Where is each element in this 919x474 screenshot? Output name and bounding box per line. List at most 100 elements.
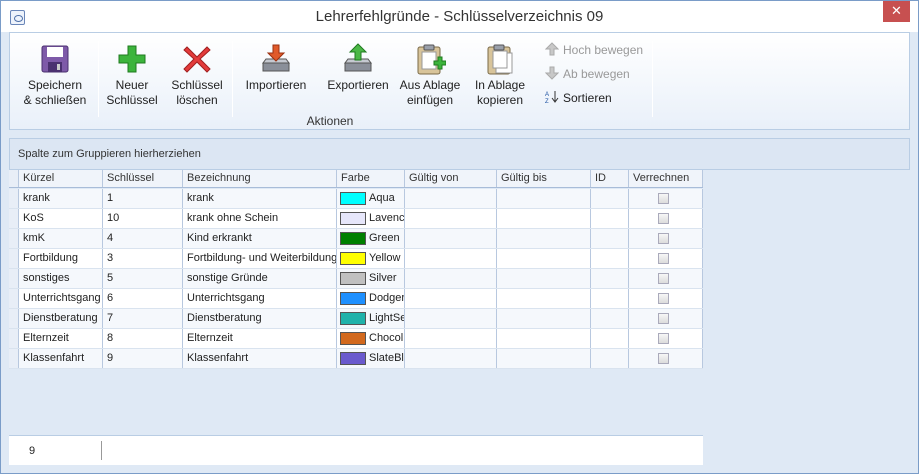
cell-bezeichnung[interactable]: sonstige Gründe	[183, 269, 337, 288]
column-header-kuerzel[interactable]: Kürzel	[19, 170, 103, 187]
table-row[interactable]: krank 1 krank Aqua	[9, 189, 703, 209]
paste-from-clipboard-button[interactable]: Aus Ablage einfügen	[396, 43, 464, 108]
table-row[interactable]: Unterrichtsgang 6 Unterrichtsgang Dodger	[9, 289, 703, 309]
cell-farbe[interactable]: Yellow	[337, 249, 405, 268]
table-row[interactable]: Klassenfahrt 9 Klassenfahrt SlateBl	[9, 349, 703, 369]
row-selector[interactable]	[9, 289, 19, 308]
cell-kuerzel[interactable]: krank	[19, 189, 103, 208]
cell-kuerzel[interactable]: Unterrichtsgang	[19, 289, 103, 308]
cell-gueltig-von[interactable]	[405, 229, 497, 248]
cell-schluessel[interactable]: 5	[103, 269, 183, 288]
table-row[interactable]: Dienstberatung 7 Dienstberatung LightSe	[9, 309, 703, 329]
cell-schluessel[interactable]: 4	[103, 229, 183, 248]
row-selector[interactable]	[9, 329, 19, 348]
verrechnen-checkbox[interactable]	[658, 293, 669, 304]
cell-kuerzel[interactable]: KoS	[19, 209, 103, 228]
cell-bezeichnung[interactable]: krank	[183, 189, 337, 208]
verrechnen-checkbox[interactable]	[658, 333, 669, 344]
move-up-button[interactable]: Hoch bewegen	[544, 42, 643, 58]
cell-gueltig-bis[interactable]	[497, 349, 591, 368]
cell-gueltig-von[interactable]	[405, 289, 497, 308]
cell-kuerzel[interactable]: Dienstberatung	[19, 309, 103, 328]
cell-schluessel[interactable]: 9	[103, 349, 183, 368]
row-selector[interactable]	[9, 309, 19, 328]
cell-farbe[interactable]: LightSe	[337, 309, 405, 328]
cell-bezeichnung[interactable]: Klassenfahrt	[183, 349, 337, 368]
import-button[interactable]: Importieren	[240, 43, 312, 93]
cell-gueltig-bis[interactable]	[497, 249, 591, 268]
table-row[interactable]: kmK 4 Kind erkrankt Green	[9, 229, 703, 249]
copy-to-clipboard-button[interactable]: In Ablage kopieren	[468, 43, 532, 108]
cell-bezeichnung[interactable]: krank ohne Schein	[183, 209, 337, 228]
verrechnen-checkbox[interactable]	[658, 313, 669, 324]
cell-id[interactable]	[591, 329, 629, 348]
cell-id[interactable]	[591, 289, 629, 308]
new-key-button[interactable]: Neuer Schlüssel	[102, 43, 162, 108]
column-header-verrechnen[interactable]: Verrechnen	[629, 170, 703, 187]
cell-farbe[interactable]: Silver	[337, 269, 405, 288]
cell-farbe[interactable]: Dodger	[337, 289, 405, 308]
cell-gueltig-von[interactable]	[405, 249, 497, 268]
table-row[interactable]: Fortbildung 3 Fortbildung- und Weiterbildu…	[9, 249, 703, 269]
verrechnen-checkbox[interactable]	[658, 353, 669, 364]
cell-id[interactable]	[591, 309, 629, 328]
cell-gueltig-bis[interactable]	[497, 329, 591, 348]
cell-bezeichnung[interactable]: Unterrichtsgang	[183, 289, 337, 308]
table-row[interactable]: Elternzeit 8 Elternzeit Chocol	[9, 329, 703, 349]
cell-id[interactable]	[591, 249, 629, 268]
export-button[interactable]: Exportieren	[320, 43, 396, 93]
column-header-gueltig-bis[interactable]: Gültig bis	[497, 170, 591, 187]
cell-gueltig-von[interactable]	[405, 269, 497, 288]
cell-gueltig-bis[interactable]	[497, 189, 591, 208]
cell-farbe[interactable]: Lavenc	[337, 209, 405, 228]
cell-schluessel[interactable]: 10	[103, 209, 183, 228]
cell-gueltig-bis[interactable]	[497, 269, 591, 288]
move-down-button[interactable]: Ab bewegen	[544, 66, 630, 82]
row-selector[interactable]	[9, 229, 19, 248]
cell-kuerzel[interactable]: Fortbildung	[19, 249, 103, 268]
cell-gueltig-von[interactable]	[405, 189, 497, 208]
column-header-farbe[interactable]: Farbe	[337, 170, 405, 187]
table-row[interactable]: sonstiges 5 sonstige Gründe Silver	[9, 269, 703, 289]
verrechnen-checkbox[interactable]	[658, 233, 669, 244]
cell-farbe[interactable]: Chocol	[337, 329, 405, 348]
cell-id[interactable]	[591, 269, 629, 288]
cell-schluessel[interactable]: 8	[103, 329, 183, 348]
verrechnen-checkbox[interactable]	[658, 193, 669, 204]
cell-gueltig-von[interactable]	[405, 209, 497, 228]
table-row[interactable]: KoS 10 krank ohne Schein Lavenc	[9, 209, 703, 229]
close-button[interactable]: ✕	[883, 1, 910, 22]
column-header-id[interactable]: ID	[591, 170, 629, 187]
row-selector[interactable]	[9, 209, 19, 228]
cell-id[interactable]	[591, 349, 629, 368]
delete-key-button[interactable]: Schlüssel löschen	[166, 43, 228, 108]
row-selector[interactable]	[9, 269, 19, 288]
cell-schluessel[interactable]: 3	[103, 249, 183, 268]
cell-id[interactable]	[591, 189, 629, 208]
column-header-gueltig-von[interactable]: Gültig von	[405, 170, 497, 187]
group-by-panel[interactable]: Spalte zum Gruppieren hierherziehen	[9, 138, 910, 170]
row-selector[interactable]	[9, 349, 19, 368]
cell-kuerzel[interactable]: kmK	[19, 229, 103, 248]
cell-kuerzel[interactable]: sonstiges	[19, 269, 103, 288]
cell-gueltig-von[interactable]	[405, 349, 497, 368]
sort-button[interactable]: A Z Sortieren	[545, 90, 612, 106]
cell-schluessel[interactable]: 6	[103, 289, 183, 308]
cell-farbe[interactable]: Green	[337, 229, 405, 248]
cell-farbe[interactable]: SlateBl	[337, 349, 405, 368]
cell-bezeichnung[interactable]: Kind erkrankt	[183, 229, 337, 248]
cell-kuerzel[interactable]: Elternzeit	[19, 329, 103, 348]
cell-gueltig-bis[interactable]	[497, 289, 591, 308]
cell-farbe[interactable]: Aqua	[337, 189, 405, 208]
cell-gueltig-von[interactable]	[405, 309, 497, 328]
cell-bezeichnung[interactable]: Elternzeit	[183, 329, 337, 348]
row-selector[interactable]	[9, 249, 19, 268]
verrechnen-checkbox[interactable]	[658, 253, 669, 264]
cell-schluessel[interactable]: 1	[103, 189, 183, 208]
cell-gueltig-bis[interactable]	[497, 229, 591, 248]
cell-gueltig-bis[interactable]	[497, 309, 591, 328]
column-header-schluessel[interactable]: Schlüssel	[103, 170, 183, 187]
save-and-close-button[interactable]: Speichern & schließen	[16, 43, 94, 108]
cell-bezeichnung[interactable]: Fortbildung- und Weiterbildung	[183, 249, 337, 268]
cell-schluessel[interactable]: 7	[103, 309, 183, 328]
